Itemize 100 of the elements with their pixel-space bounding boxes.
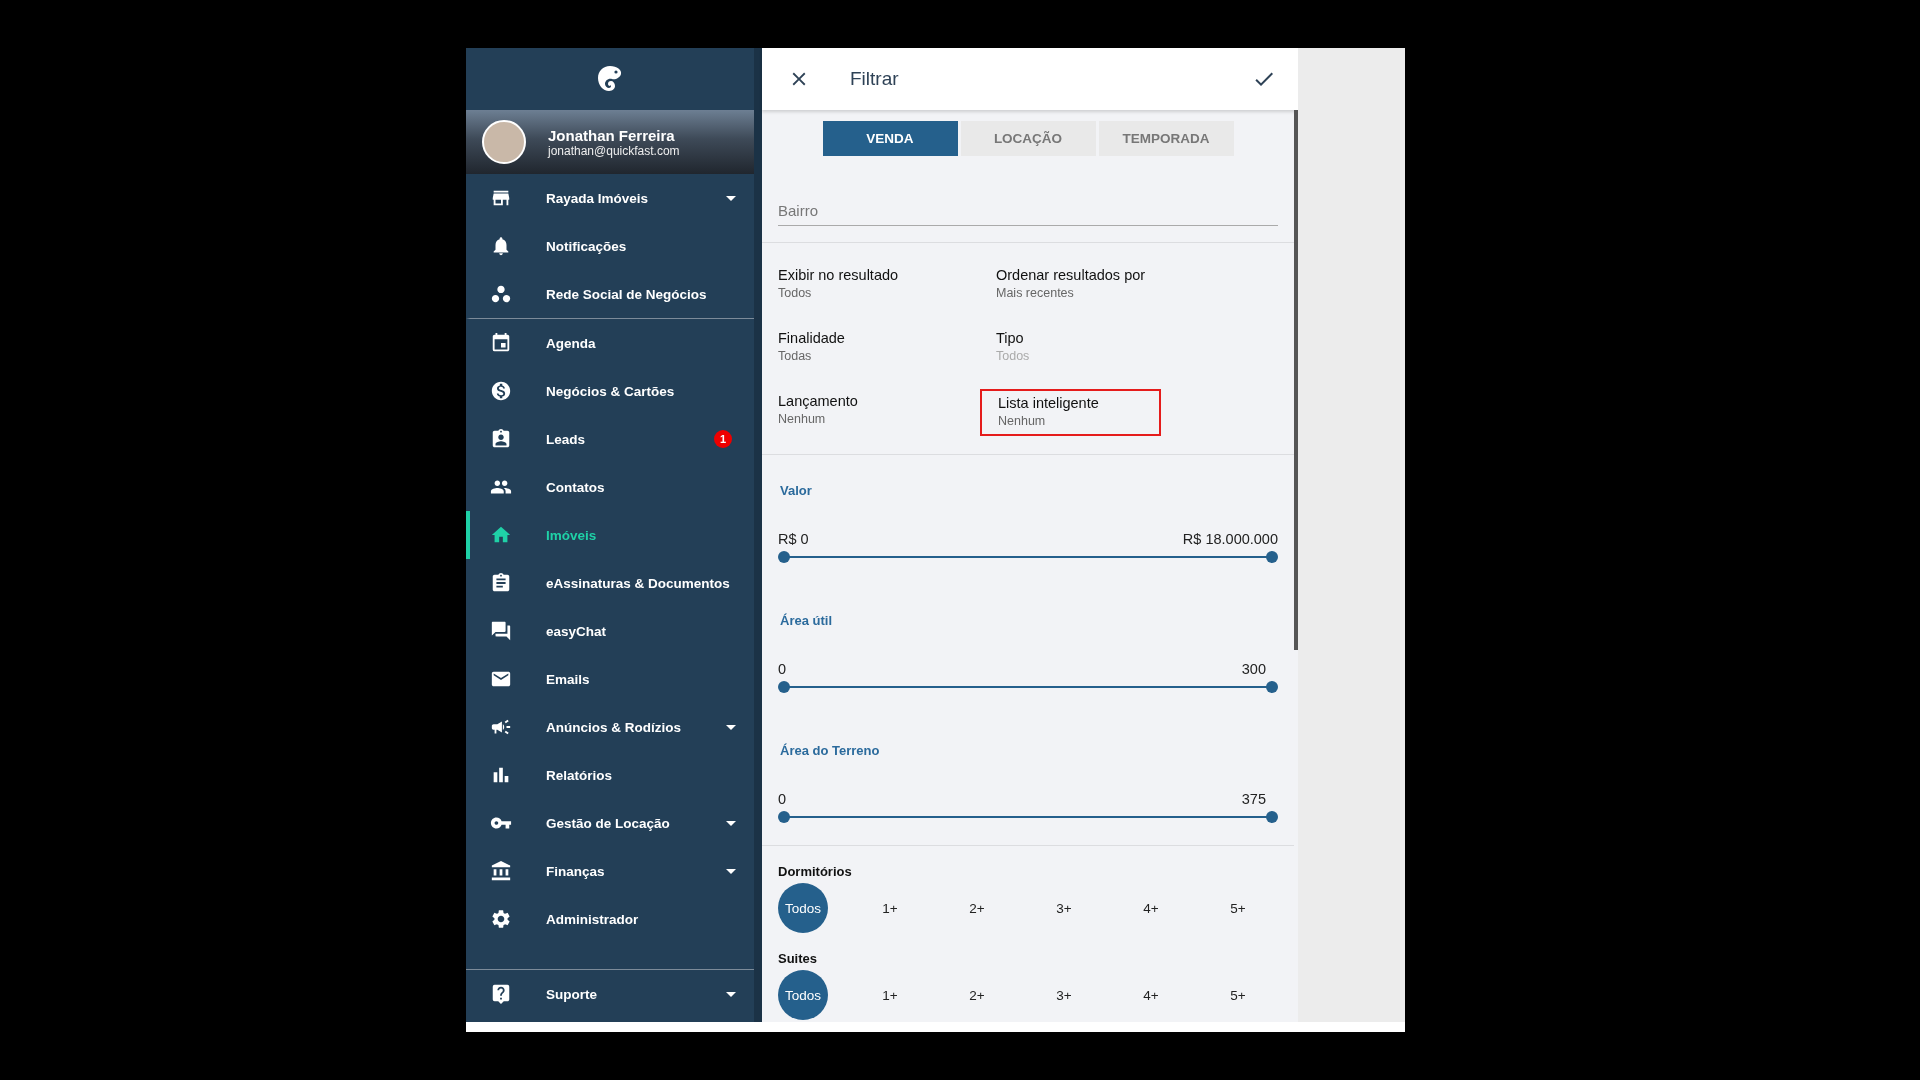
choice-label: Suites	[778, 951, 818, 966]
clipboard-icon	[490, 572, 512, 594]
select-field[interactable]: Lançamento Nenhum	[778, 389, 858, 436]
field-value: Todas	[778, 349, 813, 363]
sidebar-item[interactable]: Negócios & Cartões	[466, 367, 754, 415]
sidebar-item[interactable]: Notificações	[466, 222, 754, 270]
sidebar-item[interactable]: Imóveis	[466, 511, 754, 559]
range-slider[interactable]	[778, 811, 1278, 823]
range-label: Área útil	[780, 613, 833, 628]
slider-handle[interactable]	[1266, 551, 1278, 563]
sidebar-item[interactable]: eAssinaturas & Documentos	[466, 559, 754, 607]
field-value: Nenhum	[778, 412, 827, 426]
count-badge: 1	[714, 430, 732, 448]
slider-handle[interactable]	[778, 811, 790, 823]
sidebar-item-label: eAssinaturas & Documentos	[546, 575, 730, 591]
range-min-value: 0	[778, 661, 787, 677]
field-label: Ordenar resultados por	[996, 267, 1146, 283]
sidebar-item[interactable]: Administrador	[466, 895, 754, 943]
avatar	[482, 120, 526, 164]
sidebar-item-label: Negócios & Cartões	[546, 383, 675, 399]
option-chip[interactable]: 5+	[1213, 883, 1263, 933]
circles-icon	[490, 283, 512, 305]
range-min-value: 0	[778, 791, 787, 807]
choice-label: Dormitórios	[778, 864, 853, 879]
sidebar-item-label: Leads	[546, 431, 586, 447]
field-label: Tipo	[996, 330, 1025, 346]
sidebar-item-label: Imóveis	[546, 527, 597, 543]
dollar-icon	[490, 380, 512, 402]
field-value: Nenhum	[998, 414, 1047, 428]
sidebar-item[interactable]: Suporte	[466, 969, 754, 1018]
range-max-value: 300	[1241, 661, 1266, 677]
field-label: Lista inteligente	[998, 395, 1099, 411]
sidebar-item[interactable]: Relatórios	[466, 751, 754, 799]
user-email: jonathan@quickfast.com	[548, 143, 680, 158]
calendar-icon	[490, 332, 512, 354]
sidebar-item[interactable]: Contatos	[466, 463, 754, 511]
sidebar-item[interactable]: Agenda	[466, 319, 754, 367]
sidebar-item-label: Agenda	[546, 335, 596, 351]
sidebar-item[interactable]: Leads 1	[466, 415, 754, 463]
option-chip[interactable]: 3+	[1039, 970, 1089, 1020]
input-field[interactable]: Bairro	[778, 198, 1278, 226]
sidebar-item[interactable]: easyChat	[466, 607, 754, 655]
slider-handle[interactable]	[1266, 811, 1278, 823]
sidebar-item-label: Administrador	[546, 911, 639, 927]
help-icon	[490, 983, 512, 1005]
field-label: Lançamento	[778, 393, 858, 409]
range-slider[interactable]	[778, 681, 1278, 693]
range-label: Valor	[780, 483, 813, 498]
sidebar-item-label: Relatórios	[546, 767, 613, 783]
sidebar-item[interactable]: Rede Social de Negócios	[466, 270, 754, 319]
sidebar-item[interactable]: Anúncios & Rodízios	[466, 703, 754, 751]
sidebar-item-label: Rayada Imóveis	[546, 190, 649, 206]
caret-icon	[726, 868, 736, 874]
select-field[interactable]: Finalidade Todas	[778, 326, 845, 369]
sidebar-item[interactable]: Rayada Imóveis	[466, 174, 754, 222]
sidebar-item-label: Contatos	[546, 479, 605, 495]
option-chip[interactable]: 2+	[952, 883, 1002, 933]
select-field[interactable]: Ordenar resultados por Mais recentes	[996, 263, 1146, 306]
option-chip[interactable]: 4+	[1126, 970, 1176, 1020]
sidebar-item-label: Rede Social de Negócios	[546, 286, 707, 302]
field-value: Todos	[778, 286, 813, 300]
option-chip[interactable]: 1+	[865, 883, 915, 933]
option-chip[interactable]: 3+	[1039, 883, 1089, 933]
sidebar-item[interactable]: Gestão de Locação	[466, 799, 754, 847]
sidebar-item[interactable]: Finanças	[466, 847, 754, 895]
caret-icon	[726, 195, 736, 201]
range-max-value: 375	[1241, 791, 1266, 807]
sidebar-item-label: Gestão de Locação	[546, 815, 670, 831]
range-slider[interactable]	[778, 551, 1278, 563]
sidebar-item-label: Finanças	[546, 863, 605, 879]
option-chip[interactable]: 1+	[865, 970, 915, 1020]
tab[interactable]: VENDA	[822, 121, 958, 156]
slider-handle[interactable]	[778, 551, 790, 563]
option-chip[interactable]: Todos	[778, 970, 828, 1020]
slider-handle[interactable]	[778, 681, 790, 693]
field-label: Finalidade	[778, 330, 845, 346]
field-value: Mais recentes	[996, 286, 1075, 300]
bank-icon	[490, 860, 512, 882]
caret-icon	[726, 820, 736, 826]
scrollbar-thumb[interactable]	[1294, 110, 1298, 650]
field-label: Exibir no resultado	[778, 267, 899, 283]
option-chip[interactable]: 5+	[1213, 970, 1263, 1020]
select-field[interactable]: Exibir no resultado Todos	[778, 263, 899, 306]
option-chip[interactable]: 2+	[952, 970, 1002, 1020]
caret-icon	[726, 724, 736, 730]
slider-handle[interactable]	[1266, 681, 1278, 693]
sidebar-item-label: Anúncios & Rodízios	[546, 719, 681, 735]
settings-icon	[490, 908, 512, 930]
option-chip[interactable]: Todos	[778, 883, 828, 933]
tab[interactable]: TEMPORADA	[1098, 121, 1234, 156]
user-name: Jonathan Ferreira	[548, 126, 676, 144]
sidebar-item-label: Emails	[546, 671, 590, 687]
tab[interactable]: LOCAÇÃO	[960, 121, 1096, 156]
field-value: Todos	[996, 349, 1030, 363]
highlighted-select-field[interactable]: Lista inteligente Nenhum	[980, 389, 1161, 436]
caret-icon	[726, 991, 736, 997]
range-min-value: R$ 0	[778, 531, 809, 547]
option-chip[interactable]: 4+	[1126, 883, 1176, 933]
badge-icon	[490, 428, 512, 450]
sidebar-item[interactable]: Emails	[466, 655, 754, 703]
